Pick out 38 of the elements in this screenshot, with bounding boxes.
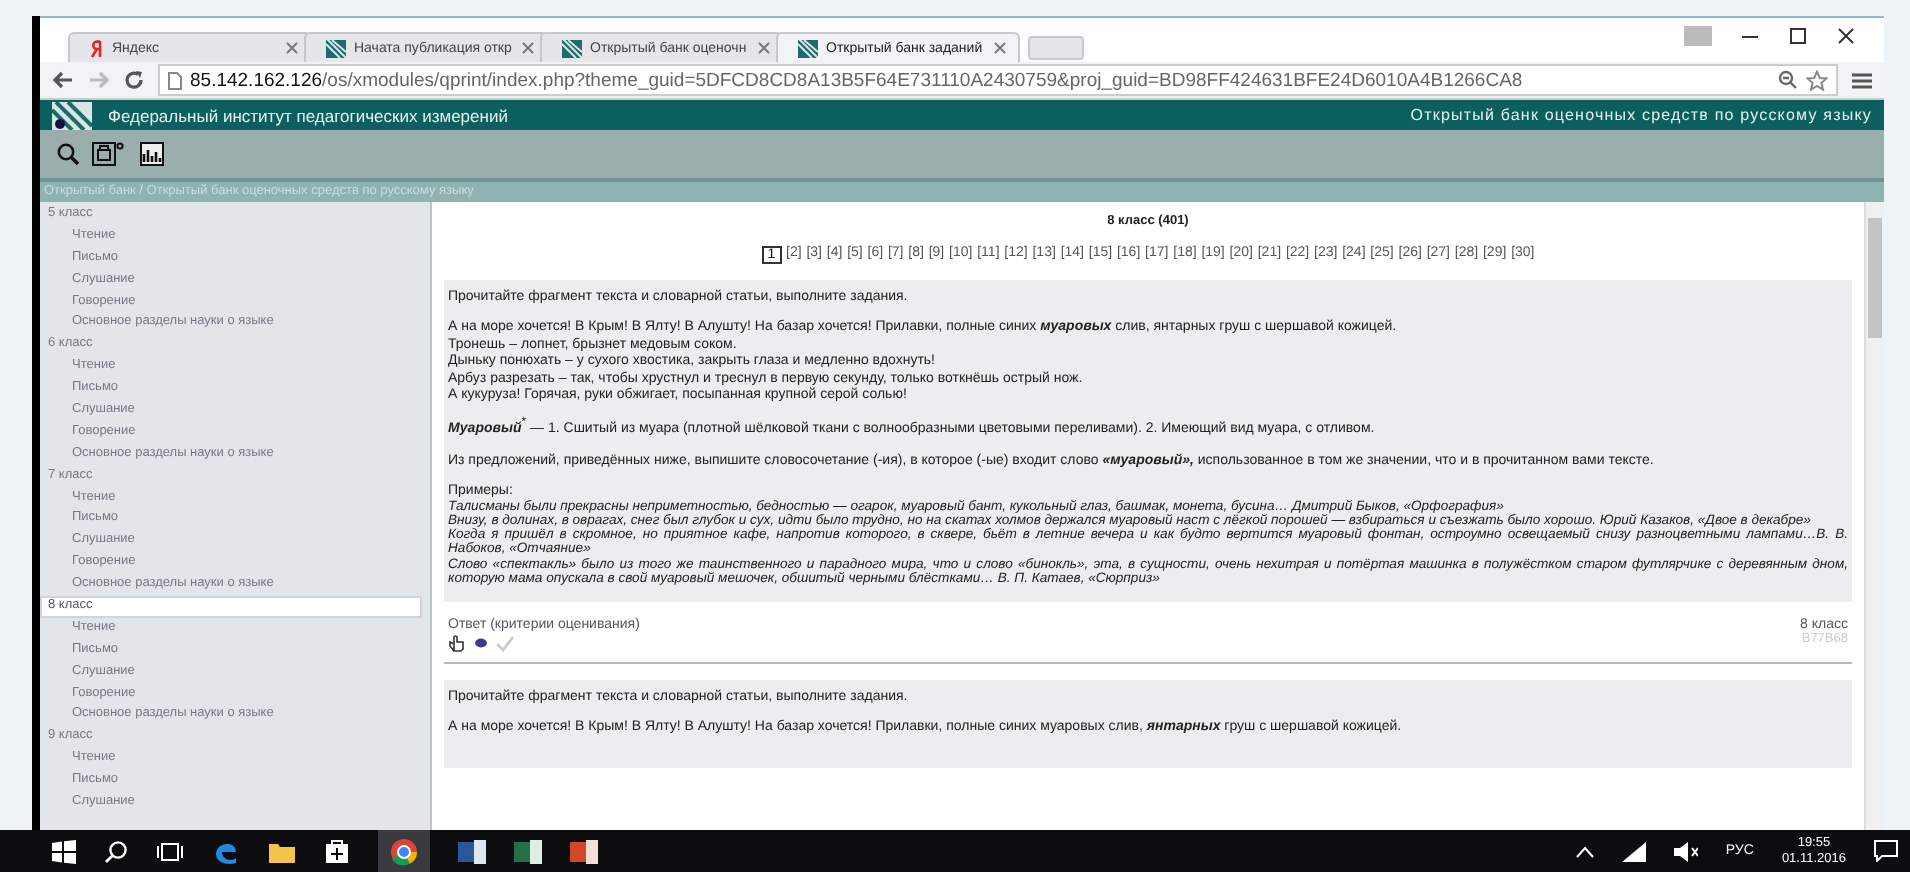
chart-icon[interactable] bbox=[140, 142, 164, 166]
scrollbar[interactable] bbox=[1864, 202, 1884, 830]
star-icon[interactable] bbox=[1806, 69, 1828, 91]
caret-up-icon[interactable] bbox=[1575, 845, 1594, 857]
striped-square-icon bbox=[798, 39, 818, 57]
striped-logo-icon bbox=[52, 101, 92, 129]
maximize-icon[interactable] bbox=[1788, 26, 1808, 46]
signal-icon[interactable] bbox=[1621, 841, 1646, 861]
yandex-letter-icon bbox=[90, 39, 104, 57]
striped-square-icon bbox=[562, 39, 582, 57]
menu-icon[interactable] bbox=[1852, 71, 1872, 89]
url-text: 85.142.162.126/os/xmodules/qprint/index.php?theme_guid=5DFCD8CD8A13B5F64E731110A2430759&proj_guid=BD98FF424631BFE24D6010A4B1266CA8 bbox=[190, 69, 1523, 91]
zoom-icon[interactable] bbox=[1778, 70, 1798, 90]
print-icon[interactable] bbox=[92, 142, 128, 166]
store-bag-icon[interactable] bbox=[324, 838, 350, 864]
reload-icon[interactable] bbox=[124, 70, 144, 90]
back-arrow-icon[interactable] bbox=[52, 70, 74, 90]
presentation-app-icon[interactable] bbox=[570, 837, 598, 865]
striped-square-icon bbox=[326, 39, 346, 57]
checkmark-icon[interactable] bbox=[496, 635, 514, 652]
document-app-icon[interactable] bbox=[458, 837, 486, 865]
taskbar-app-button[interactable] bbox=[378, 830, 430, 872]
address-field[interactable]: 85.142.162.126/os/xmodules/qprint/index.php?theme_guid=5DFCD8CD8A13B5F64E731110A2430759&proj_guid=BD98FF424631BFE24D6010A4B1266CA8 bbox=[158, 64, 1838, 96]
spreadsheet-app-icon[interactable] bbox=[514, 837, 542, 865]
circle-logo-icon bbox=[390, 837, 418, 865]
task-view-icon[interactable] bbox=[156, 841, 184, 861]
search-icon[interactable] bbox=[56, 142, 80, 166]
folder-icon[interactable] bbox=[268, 839, 296, 863]
site-title: Федеральный институт педагогических измерений bbox=[108, 105, 508, 125]
speaker-icon[interactable] bbox=[1673, 841, 1698, 861]
notification-icon[interactable] bbox=[1874, 840, 1898, 862]
hand-pointer-icon[interactable] bbox=[448, 634, 466, 653]
search-icon[interactable] bbox=[104, 839, 128, 863]
site-subtitle: Открытый банк оценочных средств по русскому языку bbox=[1410, 106, 1872, 124]
page-icon bbox=[168, 71, 182, 89]
dot-icon[interactable] bbox=[474, 636, 488, 651]
close-icon[interactable] bbox=[1836, 26, 1856, 46]
windows-logo-icon[interactable] bbox=[52, 839, 76, 863]
